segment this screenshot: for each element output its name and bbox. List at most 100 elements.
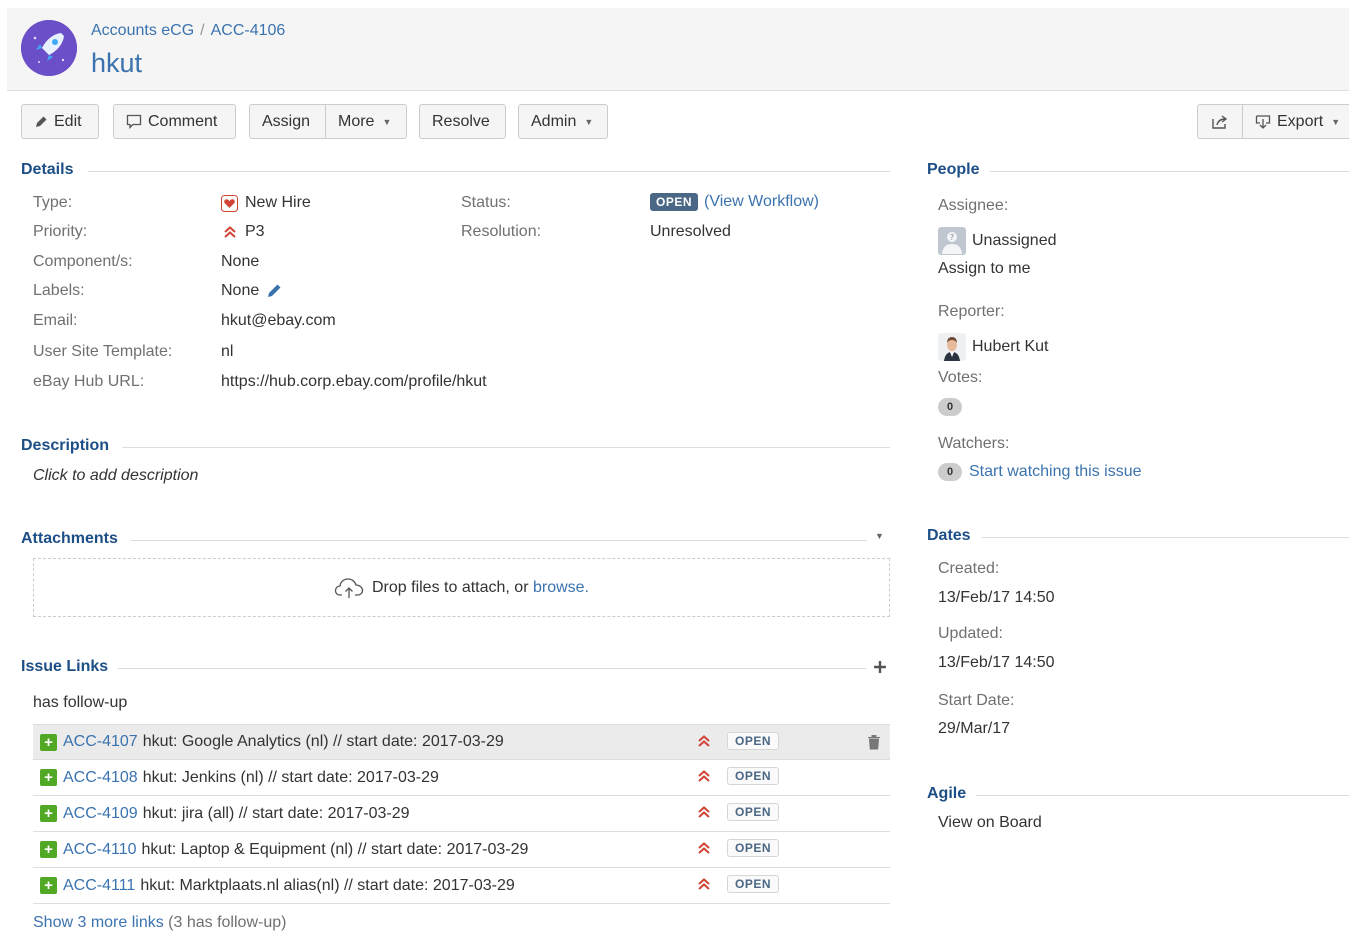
- agile-section-title[interactable]: Agile: [927, 785, 966, 803]
- add-plus-icon: +: [40, 841, 57, 858]
- type-label: Type:: [33, 194, 73, 211]
- attachments-divider: [131, 540, 867, 541]
- view-workflow-link[interactable]: (View Workflow): [704, 193, 819, 211]
- cloud-upload-icon: [334, 577, 364, 599]
- user-site-template-value[interactable]: nl: [221, 343, 233, 361]
- dates-section-title[interactable]: Dates: [927, 527, 971, 545]
- issue-link-row[interactable]: + ACC-4111 hkut: Marktplaats.nl alias(nl…: [33, 868, 890, 904]
- dropzone-text: Drop files to attach, or: [372, 578, 529, 596]
- linked-issue-summary[interactable]: hkut: Laptop & Equipment (nl) // start d…: [142, 841, 529, 859]
- labels-value[interactable]: None: [221, 282, 282, 300]
- export-dropdown-button[interactable]: Export ▼: [1242, 104, 1349, 139]
- watchers-count-badge[interactable]: 0: [938, 463, 962, 481]
- export-button-label: Export: [1277, 112, 1324, 130]
- ebay-hub-url-label: eBay Hub URL:: [33, 373, 145, 390]
- components-value[interactable]: None: [221, 253, 259, 271]
- linked-issue-summary[interactable]: hkut: jira (all) // start date: 2017-03-…: [143, 805, 410, 823]
- resolve-button[interactable]: Resolve: [419, 104, 506, 139]
- edit-button[interactable]: Edit: [21, 104, 99, 139]
- add-plus-icon: +: [40, 769, 57, 786]
- reporter-label: Reporter:: [938, 303, 1005, 320]
- chevron-down-icon: ▼: [382, 116, 392, 127]
- add-plus-icon: +: [40, 877, 57, 894]
- add-plus-icon: +: [40, 733, 57, 751]
- issue-link-row[interactable]: + ACC-4109 hkut: jira (all) // start dat…: [33, 796, 890, 832]
- svg-text:?: ?: [950, 233, 954, 242]
- email-value[interactable]: hkut@ebay.com: [221, 312, 336, 330]
- linked-issue-key[interactable]: ACC-4110: [63, 841, 137, 859]
- created-value: 13/Feb/17 14:50: [938, 589, 1055, 606]
- admin-button-label: Admin: [531, 112, 577, 130]
- issue-toolbar: Edit Comment Assign More ▼ Resolve Admin…: [21, 104, 1349, 139]
- linked-issue-key[interactable]: ACC-4108: [63, 769, 138, 787]
- assign-button[interactable]: Assign: [249, 104, 326, 139]
- description-placeholder[interactable]: Click to add description: [33, 467, 198, 485]
- description-section-title[interactable]: Description: [21, 437, 109, 455]
- share-button[interactable]: [1197, 104, 1243, 139]
- linked-issue-key[interactable]: ACC-4111: [63, 877, 135, 895]
- linked-issue-summary[interactable]: hkut: Marktplaats.nl alias(nl) // start …: [140, 877, 514, 895]
- linked-issue-summary[interactable]: hkut: Jenkins (nl) // start date: 2017-0…: [143, 769, 439, 787]
- reporter-value-text: Hubert Kut: [972, 338, 1049, 355]
- trash-icon[interactable]: [867, 734, 881, 755]
- linked-status-badge: OPEN: [727, 803, 780, 821]
- votes-value[interactable]: 0: [938, 398, 962, 416]
- issue-link-row[interactable]: + ACC-4107 hkut: Google Analytics (nl) /…: [33, 724, 890, 760]
- breadcrumb-issue-key-link[interactable]: ACC-4106: [211, 22, 286, 39]
- description-divider: [122, 447, 890, 448]
- issue-title[interactable]: hkut: [91, 48, 142, 79]
- attachments-section-title[interactable]: Attachments: [21, 530, 118, 548]
- show-more-links-link[interactable]: Show 3 more links: [33, 914, 164, 932]
- linked-status-badge: OPEN: [727, 839, 780, 857]
- start-watching-link[interactable]: Start watching this issue: [969, 463, 1142, 481]
- status-badge: OPEN: [650, 193, 699, 211]
- browse-link[interactable]: browse.: [533, 579, 589, 597]
- watchers-value: 0 Start watching this issue: [938, 463, 1142, 481]
- new-hire-heart-icon: [221, 194, 238, 212]
- chevron-down-icon: ▼: [1331, 116, 1341, 127]
- resolution-label: Resolution:: [461, 223, 542, 240]
- votes-count-badge: 0: [938, 398, 962, 416]
- linked-issue-key[interactable]: ACC-4107: [63, 733, 138, 751]
- watchers-label: Watchers:: [938, 435, 1010, 452]
- breadcrumb-project-link[interactable]: Accounts eCG: [91, 22, 194, 39]
- add-plus-icon: +: [40, 805, 57, 822]
- pencil-icon: [34, 115, 48, 129]
- agile-divider: [976, 795, 1349, 796]
- linked-issue-key[interactable]: ACC-4109: [63, 805, 138, 823]
- comment-button[interactable]: Comment: [113, 104, 236, 139]
- linked-status-badge: OPEN: [727, 767, 780, 785]
- resolve-button-label: Resolve: [432, 112, 490, 130]
- export-icon: [1255, 114, 1271, 130]
- status-label: Status:: [461, 194, 511, 211]
- votes-label: Votes:: [938, 369, 983, 386]
- type-value: New Hire: [221, 194, 311, 212]
- view-on-board-link[interactable]: View on Board: [938, 814, 1042, 832]
- edit-pencil-icon[interactable]: [266, 283, 282, 299]
- attachments-options-chevron-down-icon[interactable]: ▼: [875, 531, 884, 541]
- share-icon: [1211, 114, 1229, 130]
- details-section-title[interactable]: Details: [21, 161, 73, 179]
- more-dropdown-button[interactable]: More ▼: [325, 104, 407, 139]
- issue-links-section-title[interactable]: Issue Links: [21, 658, 108, 676]
- assignee-label: Assignee:: [938, 197, 1009, 214]
- reporter-value[interactable]: Hubert Kut: [938, 333, 1048, 361]
- dates-divider: [982, 537, 1349, 538]
- linked-issue-summary[interactable]: hkut: Google Analytics (nl) // start dat…: [143, 733, 504, 751]
- assign-to-me-link[interactable]: Assign to me: [938, 260, 1030, 278]
- priority-value: P3: [223, 223, 265, 241]
- ebay-hub-url-link[interactable]: https://hub.corp.ebay.com/profile/hkut: [221, 373, 487, 391]
- issue-link-row[interactable]: + ACC-4108 hkut: Jenkins (nl) // start d…: [33, 760, 890, 796]
- add-link-plus-icon[interactable]: [873, 660, 887, 679]
- project-avatar-rocket-icon[interactable]: [21, 20, 77, 76]
- attachment-dropzone[interactable]: Drop files to attach, or browse.: [33, 558, 890, 617]
- priority-high-icon: [697, 805, 711, 824]
- admin-dropdown-button[interactable]: Admin ▼: [518, 104, 608, 139]
- assignee-value[interactable]: ? Unassigned: [938, 227, 1057, 255]
- people-section-title[interactable]: People: [927, 161, 979, 179]
- resolution-value: Unresolved: [650, 223, 731, 240]
- unassigned-avatar-icon: ?: [938, 227, 966, 255]
- linked-status-badge: OPEN: [727, 732, 780, 750]
- assign-button-label: Assign: [262, 112, 311, 130]
- issue-link-row[interactable]: + ACC-4110 hkut: Laptop & Equipment (nl)…: [33, 832, 890, 868]
